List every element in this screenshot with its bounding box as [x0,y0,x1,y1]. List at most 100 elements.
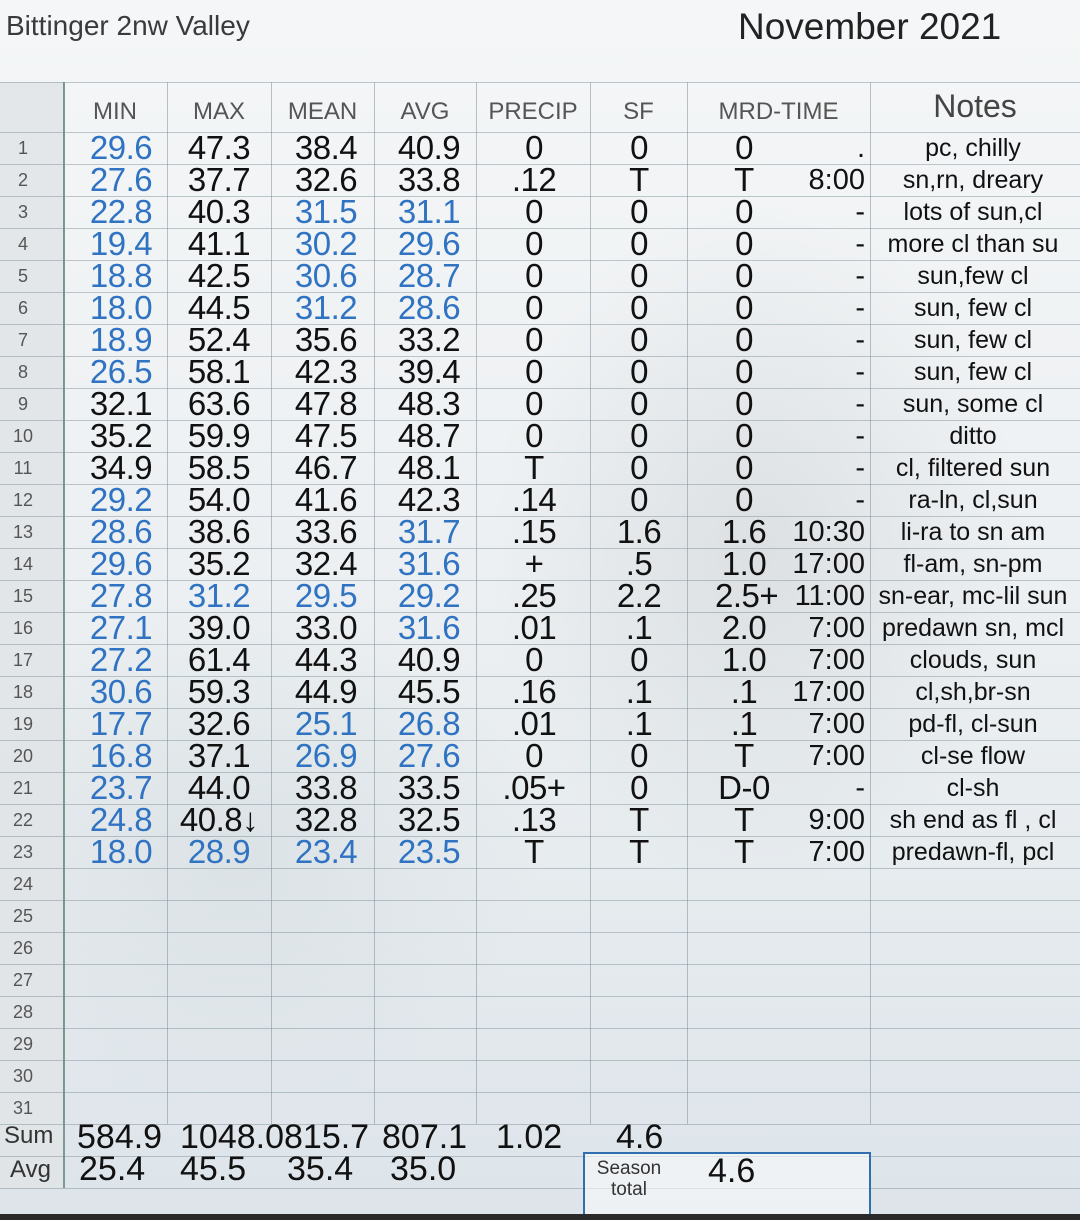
row-number[interactable]: 15 [0,586,46,607]
cell-mean[interactable]: 32.4 [285,547,367,580]
cell-mrd[interactable]: 1.0 [715,547,773,580]
row-number[interactable]: 1 [0,138,46,159]
row-number[interactable]: 10 [0,426,46,447]
row-number[interactable]: 27 [0,970,46,991]
cell-time[interactable]: 7:00 [773,708,865,740]
cell-mean[interactable]: 32.8 [285,803,367,836]
cell-avg[interactable]: 31.1 [388,195,470,228]
cell-sf[interactable]: 0 [608,483,670,516]
cell-time[interactable]: - [773,228,865,260]
cell-precip[interactable]: 0 [494,355,574,388]
cell-mrd[interactable]: 0 [715,419,773,452]
cell-sf[interactable]: 0 [608,259,670,292]
cell-time[interactable]: - [773,452,865,484]
cell-avg[interactable]: 48.7 [388,419,470,452]
cell-note[interactable]: sun, few cl [872,292,1074,324]
cell-min[interactable]: 30.6 [81,675,161,708]
cell-note[interactable]: sh end as fl , cl [872,804,1074,836]
cell-min[interactable]: 27.2 [81,643,161,676]
cell-sf[interactable]: .1 [608,611,670,644]
cell-note[interactable]: cl,sh,br-sn [872,676,1074,708]
cell-mrd[interactable]: 2.5+ [715,579,779,612]
cell-precip[interactable]: .01 [494,611,574,644]
cell-note[interactable]: cl-se flow [872,740,1074,772]
cell-avg[interactable]: 48.3 [388,387,470,420]
cell-time[interactable]: 17:00 [773,676,865,708]
row-number[interactable]: 16 [0,618,46,639]
row-number[interactable]: 11 [0,458,46,479]
cell-sf[interactable]: 0 [608,387,670,420]
cell-max[interactable]: 41.1 [179,227,259,260]
cell-min[interactable]: 34.9 [81,451,161,484]
cell-note[interactable]: fl-am, sn-pm [872,548,1074,580]
cell-mean[interactable]: 38.4 [285,131,367,164]
cell-precip[interactable]: 0 [494,131,574,164]
cell-min[interactable]: 18.0 [81,835,161,868]
cell-mrd[interactable]: D-0 [715,771,773,804]
cell-avg[interactable]: 33.5 [388,771,470,804]
cell-note[interactable]: sun, few cl [872,324,1074,356]
cell-mean[interactable]: 30.2 [285,227,367,260]
cell-sf[interactable]: .5 [608,547,670,580]
cell-note[interactable]: ditto [872,420,1074,452]
column-header-avg[interactable]: AVG [374,98,476,126]
cell-avg[interactable]: 42.3 [388,483,470,516]
cell-mrd[interactable]: T [715,739,773,772]
cell-mean[interactable]: 35.6 [285,323,367,356]
cell-mrd[interactable]: 0 [715,451,773,484]
cell-note[interactable]: li-ra to sn am [872,516,1074,548]
cell-mean[interactable]: 47.5 [285,419,367,452]
cell-sf[interactable]: .1 [608,675,670,708]
cell-avg[interactable]: 33.8 [388,163,470,196]
cell-note[interactable]: ra-ln, cl,sun [872,484,1074,516]
cell-mean[interactable]: 29.5 [285,579,367,612]
cell-min[interactable]: 18.9 [81,323,161,356]
cell-max[interactable]: 61.4 [179,643,259,676]
column-header-sf[interactable]: SF [590,98,687,126]
cell-sf[interactable]: 0 [608,771,670,804]
cell-mrd[interactable]: .1 [715,707,773,740]
cell-sf[interactable]: 0 [608,291,670,324]
row-number[interactable]: 19 [0,714,46,735]
cell-min[interactable]: 27.8 [81,579,161,612]
cell-precip[interactable]: 0 [494,643,574,676]
cell-precip[interactable]: 0 [494,291,574,324]
cell-note[interactable]: cl, filtered sun [872,452,1074,484]
cell-mrd[interactable]: T [715,163,773,196]
cell-max[interactable]: 58.5 [179,451,259,484]
cell-mean[interactable]: 33.0 [285,611,367,644]
cell-max[interactable]: 52.4 [179,323,259,356]
cell-time[interactable]: 10:30 [773,516,865,548]
cell-precip[interactable]: 0 [494,387,574,420]
cell-mrd[interactable]: 0 [715,291,773,324]
cell-min[interactable]: 28.6 [81,515,161,548]
cell-max[interactable]: 28.9 [179,835,259,868]
cell-min[interactable]: 23.7 [81,771,161,804]
cell-time[interactable]: 8:00 [773,164,865,196]
cell-time[interactable]: 7:00 [773,836,865,868]
cell-avg[interactable]: 28.7 [388,259,470,292]
row-number[interactable]: 14 [0,554,46,575]
cell-max[interactable]: 59.3 [179,675,259,708]
cell-max[interactable]: 42.5 [179,259,259,292]
cell-avg[interactable]: 39.4 [388,355,470,388]
cell-min[interactable]: 18.8 [81,259,161,292]
cell-min[interactable]: 29.6 [81,547,161,580]
cell-precip[interactable]: T [494,835,574,868]
cell-min[interactable]: 22.8 [81,195,161,228]
cell-time[interactable]: 7:00 [773,740,865,772]
cell-mrd[interactable]: T [715,835,773,868]
row-number[interactable]: 21 [0,778,46,799]
cell-max[interactable]: 32.6 [179,707,259,740]
cell-note[interactable]: sun, few cl [872,356,1074,388]
cell-max[interactable]: 39.0 [179,611,259,644]
cell-note[interactable]: clouds, sun [872,644,1074,676]
cell-mrd[interactable]: 0 [715,227,773,260]
cell-precip[interactable]: 0 [494,259,574,292]
cell-avg[interactable]: 32.5 [388,803,470,836]
cell-mrd[interactable]: 2.0 [715,611,773,644]
cell-note[interactable]: more cl than su [872,228,1074,260]
cell-sf[interactable]: 0 [608,227,670,260]
cell-precip[interactable]: .15 [494,515,574,548]
cell-max[interactable]: 58.1 [179,355,259,388]
